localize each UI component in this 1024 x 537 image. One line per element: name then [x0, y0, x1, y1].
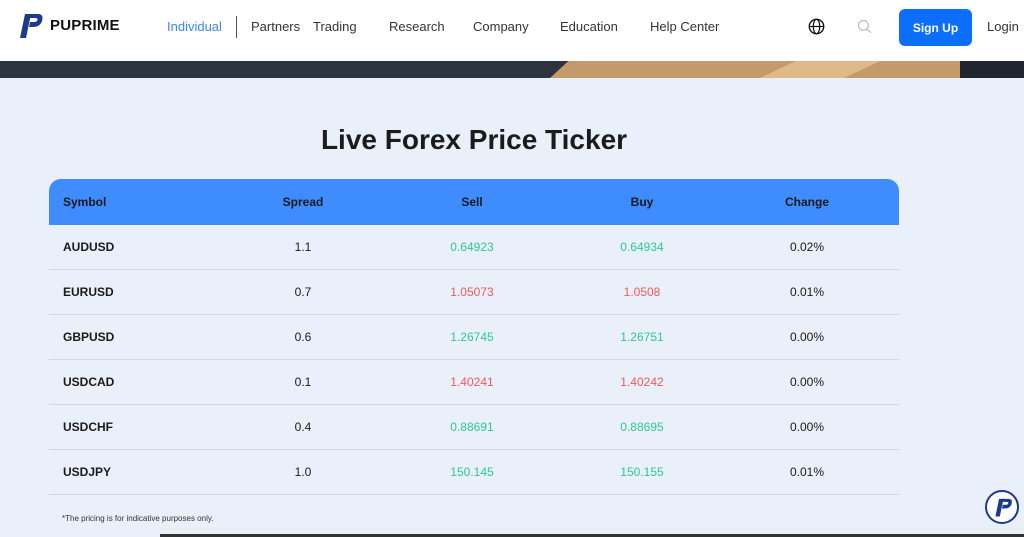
header-buy: Buy — [630, 195, 654, 209]
nav-company[interactable]: Company — [473, 19, 529, 34]
change-cell: 0.01% — [789, 285, 825, 299]
table-row: USDJPY 1.0 150.145 150.155 0.01% — [49, 450, 899, 495]
nav-research[interactable]: Research — [389, 19, 445, 34]
spread-cell: 0.4 — [294, 420, 312, 434]
puprime-logo-icon — [20, 14, 43, 38]
table-row: GBPUSD 0.6 1.26745 1.26751 0.00% — [49, 315, 899, 360]
spread-cell: 0.1 — [294, 375, 312, 389]
chat-widget-button[interactable] — [985, 490, 1019, 524]
nav-help-center[interactable]: Help Center — [650, 19, 719, 34]
brand-logo[interactable]: PUPRIME — [14, 10, 120, 40]
spread-cell: 0.6 — [294, 330, 312, 344]
change-cell: 0.00% — [789, 330, 825, 344]
change-cell: 0.00% — [789, 375, 825, 389]
sell-price-cell: 1.26745 — [450, 330, 494, 344]
nav-trading[interactable]: Trading — [313, 19, 357, 34]
symbol-cell: USDCAD — [63, 375, 115, 389]
sell-price-cell: 0.88691 — [450, 420, 494, 434]
buy-price-cell: 1.26751 — [620, 330, 664, 344]
forex-price-table: Symbol Spread Sell Buy Change AUDUSD 1.1 0… — [49, 179, 899, 495]
search-icon[interactable] — [857, 19, 872, 34]
table-row: USDCHF 0.4 0.88691 0.88695 0.00% — [49, 405, 899, 450]
symbol-cell: USDJPY — [63, 465, 112, 479]
nav-individual[interactable]: Individual — [167, 19, 222, 34]
pricing-disclaimer: *The pricing is for indicative purposes … — [62, 514, 214, 523]
table-header: Symbol Spread Sell Buy Change — [49, 179, 899, 225]
sell-price-cell: 150.145 — [450, 465, 494, 479]
sell-price-cell: 1.40241 — [450, 375, 494, 389]
nav-divider — [236, 16, 237, 38]
spread-cell: 1.0 — [294, 465, 312, 479]
chat-widget-icon — [995, 498, 1012, 517]
globe-icon[interactable] — [808, 18, 825, 35]
table-row: AUDUSD 1.1 0.64923 0.64934 0.02% — [49, 225, 899, 270]
buy-price-cell: 150.155 — [620, 465, 664, 479]
symbol-cell: GBPUSD — [63, 330, 115, 344]
change-cell: 0.00% — [789, 420, 825, 434]
header-change: Change — [784, 195, 829, 209]
header-spread: Spread — [282, 195, 324, 209]
brand-name: PUPRIME — [50, 16, 120, 34]
buy-price-cell: 1.0508 — [623, 285, 661, 299]
sell-price-cell: 1.05073 — [450, 285, 494, 299]
table-row: EURUSD 0.7 1.05073 1.0508 0.01% — [49, 270, 899, 315]
nav-education[interactable]: Education — [560, 19, 618, 34]
login-link[interactable]: Login — [987, 19, 1019, 34]
top-navbar: PUPRIME Individual Partners Trading Rese… — [0, 0, 1024, 61]
table-row: USDCAD 0.1 1.40241 1.40242 0.00% — [49, 360, 899, 405]
sign-up-button[interactable]: Sign Up — [899, 9, 972, 46]
symbol-cell: USDCHF — [63, 420, 113, 434]
hero-banner-strip — [0, 61, 1024, 78]
symbol-cell: AUDUSD — [63, 240, 115, 254]
symbol-cell: EURUSD — [63, 285, 114, 299]
header-sell: Sell — [461, 195, 483, 209]
buy-price-cell: 0.88695 — [620, 420, 664, 434]
spread-cell: 1.1 — [294, 240, 312, 254]
sell-price-cell: 0.64923 — [450, 240, 494, 254]
nav-partners[interactable]: Partners — [251, 19, 300, 34]
banner-decoration — [960, 61, 1024, 78]
header-symbol: Symbol — [63, 195, 107, 209]
spread-cell: 0.7 — [294, 285, 312, 299]
buy-price-cell: 1.40242 — [620, 375, 664, 389]
change-cell: 0.01% — [789, 465, 825, 479]
change-cell: 0.02% — [789, 240, 825, 254]
buy-price-cell: 0.64934 — [620, 240, 664, 254]
page-title: Live Forex Price Ticker — [320, 124, 628, 155]
